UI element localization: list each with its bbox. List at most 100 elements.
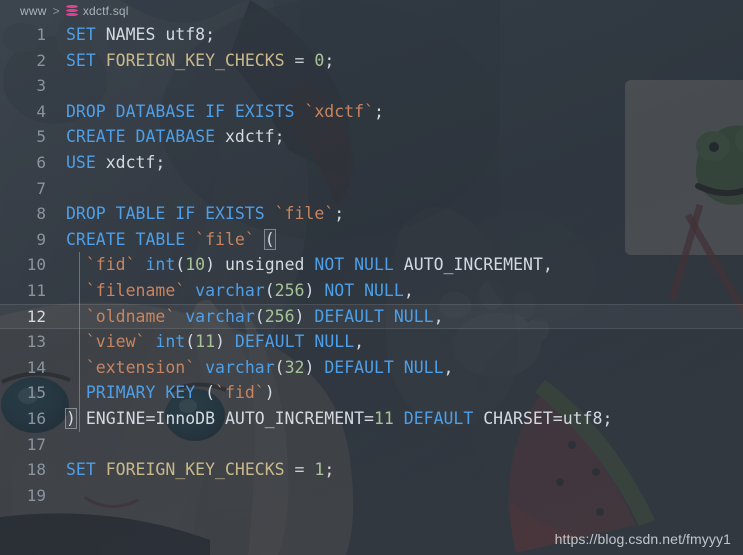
line-source[interactable]: DROP TABLE IF EXISTS `file`; <box>66 201 344 227</box>
code-line[interactable]: 5 CREATE DATABASE xdctf; <box>0 124 743 150</box>
code-token: ) <box>294 306 305 326</box>
code-token: ( <box>205 383 216 403</box>
line-source[interactable]: ) ENGINE=InnoDB AUTO_INCREMENT=11 DEFAUL… <box>65 406 613 432</box>
code-token: varchar <box>185 306 255 326</box>
code-token: 1 <box>314 460 325 480</box>
code-token: CHARSET=utf8; <box>473 408 613 428</box>
code-token: ( <box>274 357 285 377</box>
code-token: ( <box>185 332 196 352</box>
code-line[interactable]: 13 `view` int(11) DEFAULT NULL, <box>0 329 743 355</box>
code-token: DEFAULT NULL <box>314 306 434 326</box>
line-source[interactable]: USE xdctf; <box>66 150 165 176</box>
code-line[interactable]: 6 USE xdctf; <box>0 150 743 176</box>
code-line[interactable]: 9 CREATE TABLE `file` ( <box>0 227 743 253</box>
code-line[interactable]: 19 <box>0 483 743 509</box>
code-token: ( <box>264 280 275 300</box>
watermark: https://blog.csdn.net/fmyyy1 <box>554 531 731 547</box>
breadcrumb-item-folder[interactable]: www <box>20 4 47 18</box>
line-source[interactable]: CREATE TABLE `file` ( <box>66 227 276 253</box>
code-token: 10 <box>185 255 206 275</box>
code-token: 256 <box>264 306 295 326</box>
line-number: 13 <box>26 332 46 352</box>
code-line[interactable]: 18 SET FOREIGN_KEY_CHECKS = 1; <box>0 457 743 483</box>
code-line[interactable]: 17 <box>0 432 743 458</box>
line-source[interactable]: `filename` varchar(256) NOT NULL, <box>66 278 414 304</box>
code-token: `view` <box>85 332 146 352</box>
code-line[interactable]: 8 DROP TABLE IF EXISTS `file`; <box>0 201 743 227</box>
code-token: `fid` <box>215 383 265 403</box>
code-token: ) <box>304 280 315 300</box>
line-source[interactable]: `oldname` varchar(256) DEFAULT NULL, <box>66 304 444 330</box>
line-source[interactable]: `view` int(11) DEFAULT NULL, <box>66 329 364 355</box>
code-token: 11 <box>373 408 394 428</box>
line-source[interactable]: SET NAMES utf8; <box>66 22 215 48</box>
code-editor[interactable]: 1 SET NAMES utf8; 2 SET FOREIGN_KEY_CHECKS … <box>0 22 743 555</box>
line-number: 9 <box>36 229 46 249</box>
code-token: CREATE TABLE <box>66 229 186 249</box>
code-line[interactable]: 1 SET NAMES utf8; <box>0 22 743 48</box>
code-line[interactable]: 14 `extension` varchar(32) DEFAULT NULL, <box>0 355 743 381</box>
code-line[interactable]: 2 SET FOREIGN_KEY_CHECKS = 0; <box>0 48 743 74</box>
code-token: ; <box>324 50 335 70</box>
code-line[interactable]: 15 PRIMARY KEY (`fid`) <box>0 380 743 406</box>
code-line[interactable]: 4 DROP DATABASE IF EXISTS `xdctf`; <box>0 99 743 125</box>
code-line[interactable]: 7 <box>0 176 743 202</box>
code-token: unsigned <box>215 255 315 275</box>
code-token: SET <box>66 25 96 44</box>
code-token: SET <box>66 50 96 70</box>
line-source[interactable]: PRIMARY KEY (`fid`) <box>66 380 275 406</box>
code-line[interactable]: 12 `oldname` varchar(256) DEFAULT NULL, <box>0 303 743 330</box>
code-token: AUTO_INCREMENT, <box>393 255 553 275</box>
line-number: 16 <box>26 408 46 428</box>
breadcrumb[interactable]: www > xdctf.sql <box>0 0 743 22</box>
line-source[interactable]: SET FOREIGN_KEY_CHECKS = 0; <box>66 48 334 74</box>
line-number: 11 <box>26 280 46 300</box>
code-token: xdctf; <box>215 127 285 147</box>
code-token: ( <box>254 306 265 326</box>
line-number: 8 <box>36 204 46 224</box>
code-token: `file` <box>274 204 335 224</box>
code-token: FOREIGN_KEY_CHECKS <box>105 50 285 70</box>
code-token: ( <box>175 255 186 275</box>
code-line[interactable]: 16 ) ENGINE=InnoDB AUTO_INCREMENT=11 DEFA… <box>0 406 743 432</box>
code-token: ) <box>65 407 77 429</box>
line-source[interactable]: `fid` int(10) unsigned NOT NULL AUTO_INC… <box>66 252 553 278</box>
line-number: 14 <box>26 357 46 377</box>
code-line[interactable]: 3 <box>0 73 743 99</box>
code-token: int <box>155 332 186 352</box>
breadcrumb-item-file[interactable]: xdctf.sql <box>83 4 129 18</box>
code-line[interactable]: 10 `fid` int(10) unsigned NOT NULL AUTO_… <box>0 252 743 278</box>
code-token: DROP DATABASE IF EXISTS <box>66 101 295 121</box>
code-token: ; <box>324 460 335 480</box>
line-source[interactable]: SET FOREIGN_KEY_CHECKS = 1; <box>66 457 334 483</box>
code-lines[interactable]: 1 SET NAMES utf8; 2 SET FOREIGN_KEY_CHECKS … <box>0 22 743 508</box>
line-source[interactable]: CREATE DATABASE xdctf; <box>66 124 285 150</box>
code-token: ( <box>263 228 276 250</box>
code-token: , <box>403 280 414 300</box>
line-number: 1 <box>36 25 46 44</box>
code-token: DEFAULT NULL <box>324 357 444 377</box>
line-number: 5 <box>36 127 46 147</box>
code-token: ) <box>205 255 216 275</box>
line-number: 10 <box>26 255 46 275</box>
code-line[interactable]: 11 `filename` varchar(256) NOT NULL, <box>0 278 743 304</box>
code-token: varchar <box>195 280 265 300</box>
line-source[interactable]: `extension` varchar(32) DEFAULT NULL, <box>66 355 454 381</box>
code-token: PRIMARY KEY <box>85 383 196 403</box>
line-source[interactable]: DROP DATABASE IF EXISTS `xdctf`; <box>66 99 384 125</box>
